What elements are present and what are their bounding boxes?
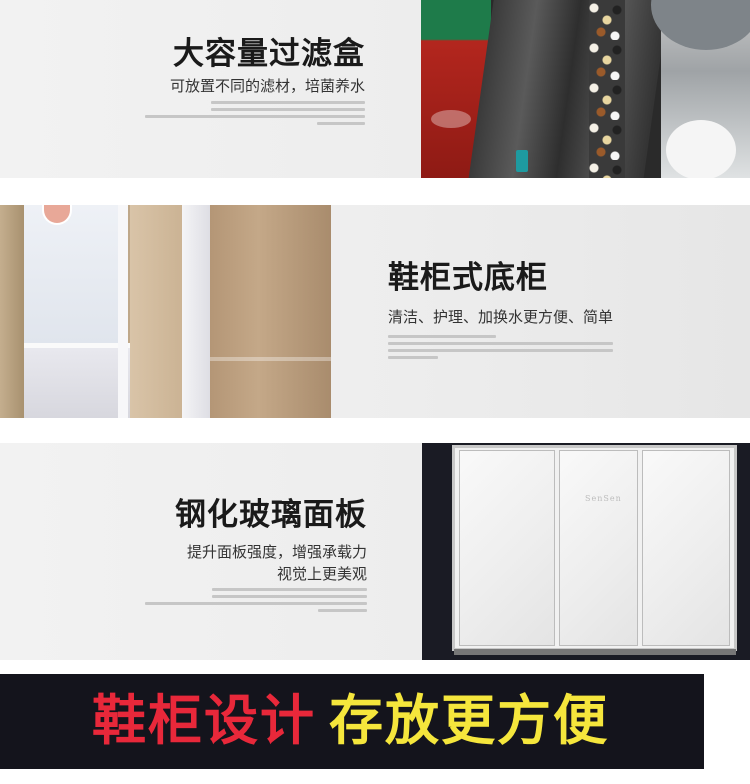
section-title: 钢化玻璃面板 (175, 497, 367, 533)
cabinet-interior-photo (0, 205, 331, 418)
glass-pane (559, 450, 638, 646)
cabinet-front-image: SenSen (452, 445, 737, 651)
section-title: 大容量过滤盒 (173, 36, 365, 72)
glass-panel-photo: SenSen (422, 443, 750, 660)
cabinet-base-section: 鞋柜式底柜 清洁、护理、加换水更方便、简单 (0, 205, 750, 418)
section-title: 鞋柜式底柜 (388, 260, 548, 296)
banner-left-text: 鞋柜设计 (92, 689, 316, 752)
section-subtitle-line1: 提升面板强度，增强承载力 (186, 543, 367, 561)
fine-print-lines (145, 588, 367, 616)
section-subtitle-line2: 视觉上更美观 (276, 565, 367, 583)
section-subtitle: 清洁、护理、加换水更方便、简单 (388, 308, 614, 326)
fine-print-lines (145, 101, 365, 129)
promo-banner: 鞋柜设计 存放更方便 (0, 674, 704, 769)
banner-right-text: 存放更方便 (329, 689, 609, 752)
glass-panel-section: 钢化玻璃面板 提升面板强度，增强承载力 视觉上更美观 SenSen (0, 443, 750, 660)
glass-pane (459, 450, 555, 646)
glass-pane (642, 450, 730, 646)
filter-media-image (589, 0, 625, 178)
filter-box-section: 大容量过滤盒 可放置不同的滤材，培菌养水 (0, 0, 750, 178)
filter-box-photo (421, 0, 750, 178)
fine-print-lines (388, 335, 613, 363)
section-subtitle: 可放置不同的滤材，培菌养水 (169, 77, 365, 95)
brand-mark: SenSen (585, 494, 622, 503)
